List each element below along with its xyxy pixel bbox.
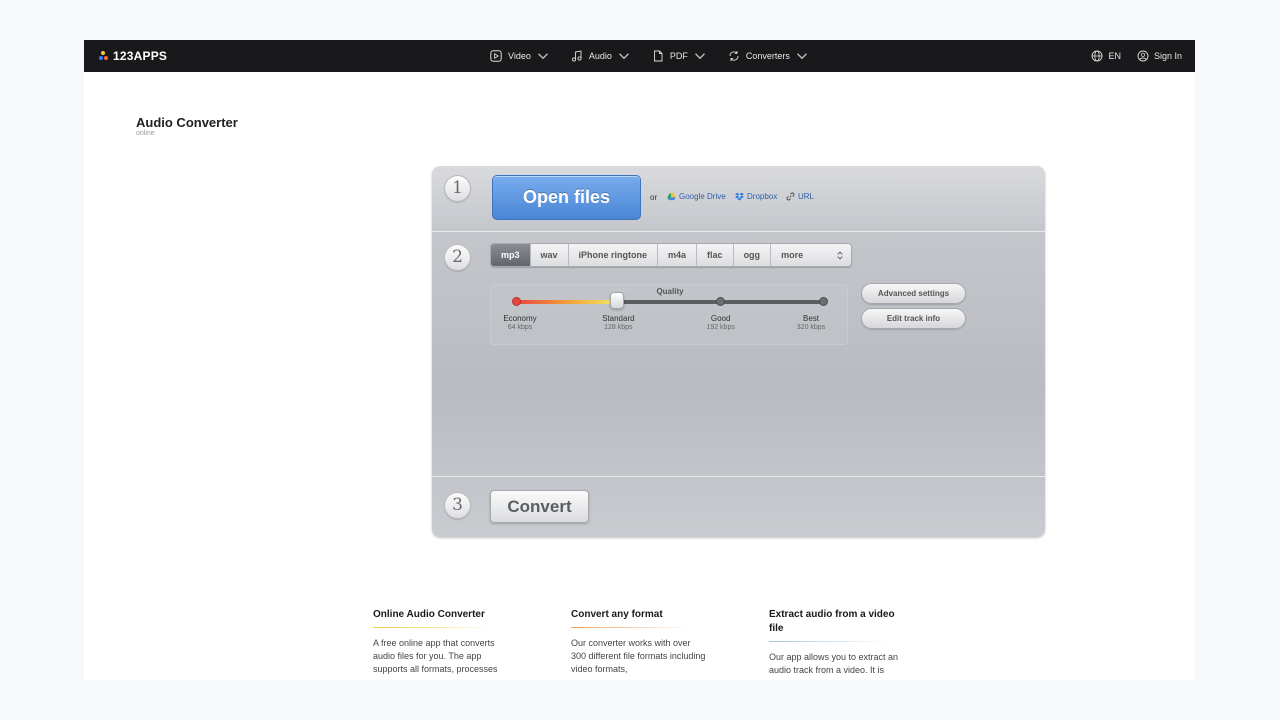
quality-level-kbps: 192 kbps bbox=[706, 324, 735, 331]
quality-level-kbps: 320 kbps bbox=[796, 324, 826, 331]
step-convert: 3 Convert bbox=[432, 478, 1045, 537]
dropbox-link[interactable]: Dropbox bbox=[735, 192, 777, 201]
quality-box: Quality Economy 64 kbps Standard 128 kbp… bbox=[490, 284, 848, 345]
info-column-extract-audio: Extract audio from a video file Our app … bbox=[769, 608, 904, 677]
converter-panel: 1 Open files or Google Drive Dropbox URL… bbox=[432, 166, 1045, 537]
quality-level-kbps: 64 kbps bbox=[507, 324, 533, 331]
info-divider bbox=[571, 627, 691, 628]
dropbox-label: Dropbox bbox=[747, 192, 778, 201]
nav-audio[interactable]: Audio bbox=[571, 50, 630, 62]
info-text: Our converter works with over 300 differ… bbox=[571, 638, 706, 674]
chevron-down-icon bbox=[694, 53, 705, 60]
or-label: or bbox=[650, 193, 658, 202]
quality-level-good: Good 192 kbps bbox=[686, 314, 756, 331]
link-icon bbox=[786, 192, 795, 201]
logo[interactable]: 123APPS bbox=[99, 49, 167, 63]
format-tab-m4a[interactable]: m4a bbox=[658, 244, 698, 266]
user-nav: EN Sign In bbox=[1091, 40, 1182, 72]
nav-video[interactable]: Video bbox=[490, 50, 549, 62]
play-icon bbox=[490, 50, 502, 62]
step-number-1: 1 bbox=[444, 175, 471, 202]
globe-icon bbox=[1092, 50, 1103, 62]
format-tab-mp3[interactable]: mp3 bbox=[491, 244, 531, 266]
open-files-button[interactable]: Open files bbox=[492, 175, 641, 220]
url-link[interactable]: URL bbox=[786, 192, 814, 201]
step-number-3: 3 bbox=[444, 492, 471, 519]
page-title: Audio Converter bbox=[136, 115, 238, 130]
quality-level-name: Best bbox=[802, 314, 819, 323]
page: 123APPS Video Audio PDF Converters EN Si… bbox=[84, 40, 1195, 680]
quality-slider-fill bbox=[516, 300, 618, 304]
info-column-online-audio-converter: Online Audio Converter A free online app… bbox=[373, 608, 508, 676]
format-tab-ogg[interactable]: ogg bbox=[733, 244, 772, 266]
nav-converters-label: Converters bbox=[745, 51, 790, 61]
quality-slider-handle[interactable] bbox=[610, 292, 625, 309]
nav-pdf-label: PDF bbox=[669, 51, 688, 61]
page-subtitle: online bbox=[136, 130, 155, 137]
edit-track-info-button[interactable]: Edit track info bbox=[861, 308, 966, 329]
google-drive-link[interactable]: Google Drive bbox=[667, 192, 726, 201]
sort-arrows-icon bbox=[837, 251, 843, 260]
nav-video-label: Video bbox=[508, 51, 531, 61]
convert-button[interactable]: Convert bbox=[490, 490, 589, 523]
url-label: URL bbox=[798, 192, 815, 201]
dropbox-icon bbox=[735, 192, 744, 201]
step-choose-format: 2 mp3 wav iPhone ringtone m4a flac ogg m… bbox=[432, 232, 1045, 477]
sign-in-label: Sign In bbox=[1153, 51, 1182, 61]
logo-text: 123APPS bbox=[113, 49, 168, 63]
google-drive-label: Google Drive bbox=[679, 192, 726, 201]
quality-label: Quality bbox=[656, 287, 684, 296]
quality-level-name: Good bbox=[710, 314, 731, 323]
info-column-convert-any-format: Convert any format Our converter works w… bbox=[571, 608, 706, 676]
info-title: Online Audio Converter bbox=[373, 609, 485, 620]
quality-level-kbps: 128 kbps bbox=[604, 324, 633, 331]
format-tab-iphone-ringtone[interactable]: iPhone ringtone bbox=[568, 244, 659, 266]
quality-level-standard: Standard 128 kbps bbox=[583, 314, 653, 331]
quality-slider-track[interactable] bbox=[516, 300, 823, 304]
music-note-icon bbox=[571, 50, 582, 62]
quality-level-economy: Economy 64 kbps bbox=[485, 314, 555, 331]
chevron-down-icon bbox=[537, 53, 548, 60]
nav-pdf[interactable]: PDF bbox=[652, 50, 706, 62]
language-label: EN bbox=[1108, 51, 1121, 61]
user-icon bbox=[1137, 50, 1149, 62]
google-drive-icon bbox=[667, 192, 676, 201]
quality-stop-best[interactable] bbox=[818, 297, 828, 306]
main-nav: Video Audio PDF Converters bbox=[490, 40, 808, 72]
format-tab-wav[interactable]: wav bbox=[530, 244, 569, 266]
info-divider bbox=[769, 641, 889, 642]
nav-audio-label: Audio bbox=[588, 51, 612, 61]
chevron-down-icon bbox=[796, 53, 807, 60]
language-selector[interactable]: EN bbox=[1091, 50, 1121, 62]
top-navigation-bar: 123APPS Video Audio PDF Converters EN Si… bbox=[84, 40, 1195, 72]
info-text: Our app allows you to extract an audio t… bbox=[769, 652, 899, 675]
quality-level-name: Standard bbox=[602, 314, 635, 323]
format-tabs: mp3 wav iPhone ringtone m4a flac ogg mor… bbox=[490, 243, 853, 267]
info-title: Convert any format bbox=[571, 609, 663, 620]
info-title: Extract audio from a video file bbox=[769, 609, 895, 634]
format-tab-flac[interactable]: flac bbox=[697, 244, 734, 266]
chevron-down-icon bbox=[618, 53, 629, 60]
document-icon bbox=[653, 50, 663, 62]
quality-stop-good[interactable] bbox=[716, 297, 726, 306]
quality-level-name: Economy bbox=[503, 314, 537, 323]
advanced-settings-button[interactable]: Advanced settings bbox=[861, 283, 966, 304]
info-text: A free online app that converts audio fi… bbox=[373, 638, 498, 674]
sign-in-button[interactable]: Sign In bbox=[1137, 50, 1182, 62]
quality-stop-economy[interactable] bbox=[511, 297, 521, 306]
nav-converters[interactable]: Converters bbox=[728, 50, 808, 62]
step-open-files: 1 Open files or Google Drive Dropbox URL bbox=[432, 166, 1045, 232]
info-divider bbox=[373, 627, 493, 628]
more-formats-label: more bbox=[781, 250, 804, 260]
more-formats-dropdown[interactable]: more bbox=[771, 244, 852, 266]
step-number-2: 2 bbox=[444, 244, 471, 271]
logo-dots-icon bbox=[99, 51, 109, 61]
refresh-icon bbox=[729, 51, 739, 61]
quality-level-best: Best 320 kbps bbox=[776, 314, 846, 331]
